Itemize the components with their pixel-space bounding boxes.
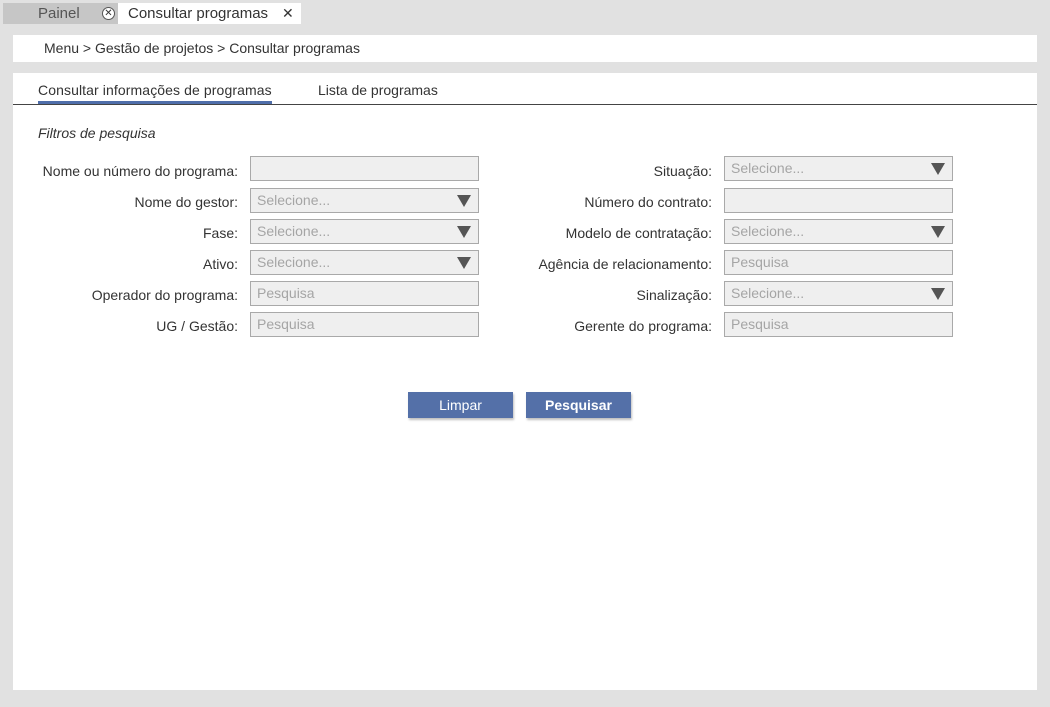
label-nome-gestor: Nome do gestor: [134,194,239,210]
gerente-programa-input[interactable]: Pesquisa [724,312,953,337]
label-nome-programa: Nome ou número do programa: [42,163,238,179]
panel-tabs: Consultar informações de programas Lista… [13,73,1037,105]
ativo-select[interactable]: Selecione... [250,250,479,275]
modelo-contratacao-value: Selecione... [731,223,805,239]
dropdown-arrow-icon [457,257,471,269]
ativo-value: Selecione... [257,254,331,270]
tab-consultar-label: Consultar programas [128,5,269,22]
close-icon[interactable]: ✕ [102,7,115,20]
dropdown-arrow-icon [457,226,471,238]
tab-painel[interactable]: Painel ✕ [3,3,118,24]
tab-lista-de-programas[interactable]: Lista de programas [318,82,438,98]
fase-select[interactable]: Selecione... [250,219,479,244]
label-numero-contrato: Número do contrato: [584,194,712,210]
label-gerente-programa: Gerente do programa: [574,318,712,334]
nome-gestor-value: Selecione... [257,192,331,208]
situacao-select[interactable]: Selecione... [724,156,953,181]
label-situacao: Situação: [653,163,712,179]
dropdown-arrow-icon [457,195,471,207]
section-title: Filtros de pesquisa [38,125,156,141]
breadcrumb-text: Menu > Gestão de projetos > Consultar pr… [44,40,360,56]
nome-gestor-select[interactable]: Selecione... [250,188,479,213]
label-ug-gestao: UG / Gestão: [156,318,238,334]
label-operador-programa: Operador do programa: [91,287,238,303]
label-sinalizacao: Sinalização: [636,287,713,303]
label-fase: Fase: [202,225,238,241]
sinalizacao-select[interactable]: Selecione... [724,281,953,306]
tab-consultar-programas[interactable]: Consultar programas ✕ [118,3,301,24]
dropdown-arrow-icon [931,226,945,238]
breadcrumb: Menu > Gestão de projetos > Consultar pr… [13,35,1037,62]
main-panel: Consultar informações de programas Lista… [13,73,1037,690]
tab-consultar-informacoes[interactable]: Consultar informações de programas [38,82,272,104]
situacao-value: Selecione... [731,160,805,176]
dropdown-arrow-icon [931,163,945,175]
agencia-relacionamento-input[interactable]: Pesquisa [724,250,953,275]
close-icon[interactable]: ✕ [282,6,294,20]
operador-programa-input[interactable]: Pesquisa [250,281,479,306]
modelo-contratacao-select[interactable]: Selecione... [724,219,953,244]
label-modelo-contratacao: Modelo de contratação: [565,225,712,241]
pesquisar-button[interactable]: Pesquisar [526,392,631,418]
label-agencia-relacionamento: Agência de relacionamento: [538,256,712,272]
limpar-button[interactable]: Limpar [408,392,513,418]
nome-programa-input[interactable] [250,156,479,181]
fase-value: Selecione... [257,223,331,239]
sinalizacao-value: Selecione... [731,285,805,301]
dropdown-arrow-icon [931,288,945,300]
tab-bar: Painel ✕ Consultar programas ✕ [0,0,1050,24]
label-ativo: Ativo: [202,256,238,272]
numero-contrato-input[interactable] [724,188,953,213]
tab-painel-label: Painel [38,5,80,22]
ug-gestao-input[interactable]: Pesquisa [250,312,479,337]
